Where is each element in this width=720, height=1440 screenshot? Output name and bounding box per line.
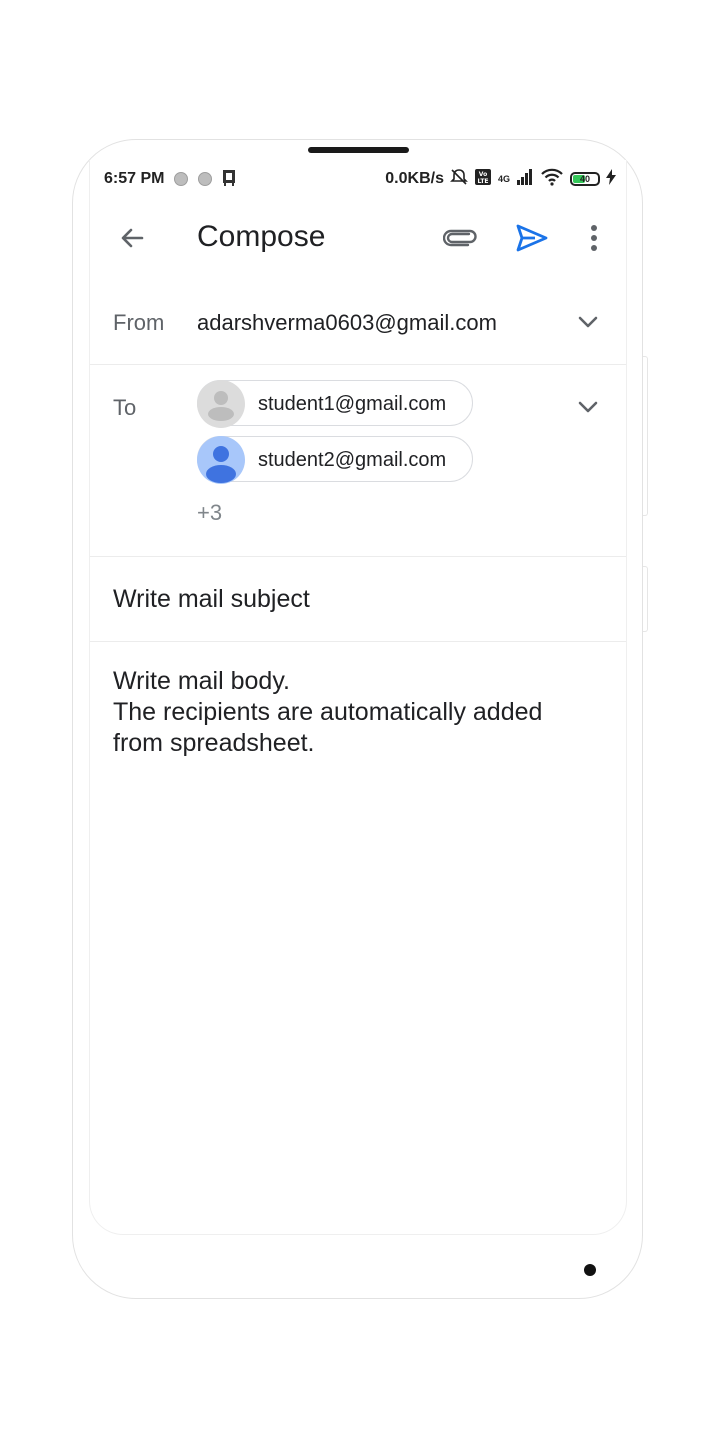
notification-dot-icon [174,172,189,186]
recipient-email: student1@gmail.com [258,393,447,415]
body-line: The recipients are automatically added [113,698,543,726]
send-icon[interactable] [510,216,554,260]
status-time: 6:57 PM [104,170,165,187]
from-row: From adarshverma0603@gmail.com [90,298,626,364]
back-arrow-icon[interactable] [110,216,154,260]
volume-button [643,356,648,516]
svg-text:LTE: LTE [477,178,488,185]
more-recipients-count[interactable]: +3 [197,500,222,526]
body-line: Write mail body. [113,667,290,695]
signal-icon [516,168,534,190]
avatar [197,436,245,484]
avatar [197,380,245,428]
battery-icon: 40 [570,172,600,186]
recipient-email: student2@gmail.com [258,449,447,471]
notification-dot-icon [198,172,213,186]
to-label: To [113,395,137,420]
svg-text:Vo: Vo [479,171,487,178]
home-indicator [584,1264,596,1276]
battery-level: 40 [579,174,590,184]
from-label: From [113,310,165,335]
charging-icon [606,168,616,190]
screen: 6:57 PM 0.0KB/s Vo LTE 4G 40 Compose Fro… [89,160,627,1235]
bell-off-icon [450,168,468,191]
app-bar: Compose [90,208,626,268]
phone-speaker [308,147,409,153]
from-chevron-down-icon[interactable] [568,304,608,340]
status-bar: 6:57 PM 0.0KB/s Vo LTE 4G 40 [104,168,616,190]
subject-field[interactable]: Write mail subject [113,585,310,614]
recipient-chip[interactable]: student2@gmail.com [197,436,473,484]
from-address[interactable]: adarshverma0603@gmail.com [197,310,497,336]
body-field[interactable]: Write mail body. The recipients are auto… [113,666,613,759]
more-vert-icon[interactable] [576,216,612,260]
attachment-icon[interactable] [438,218,482,258]
to-chevron-down-icon[interactable] [568,389,608,425]
volte-icon: Vo LTE [474,168,492,191]
recipient-chip[interactable]: student1@gmail.com [197,380,473,428]
subject-row: Write mail subject [90,557,626,641]
sim-icon [220,168,238,191]
divider [90,641,626,642]
wifi-icon [540,168,564,191]
power-button [643,566,648,632]
body-line: from spreadsheet. [113,729,315,757]
network-type: 4G [497,174,510,184]
network-speed: 0.0KB/s [385,170,444,187]
page-title: Compose [197,220,326,253]
to-row: To student1@gmail.com student2@gmail.com… [90,365,626,557]
